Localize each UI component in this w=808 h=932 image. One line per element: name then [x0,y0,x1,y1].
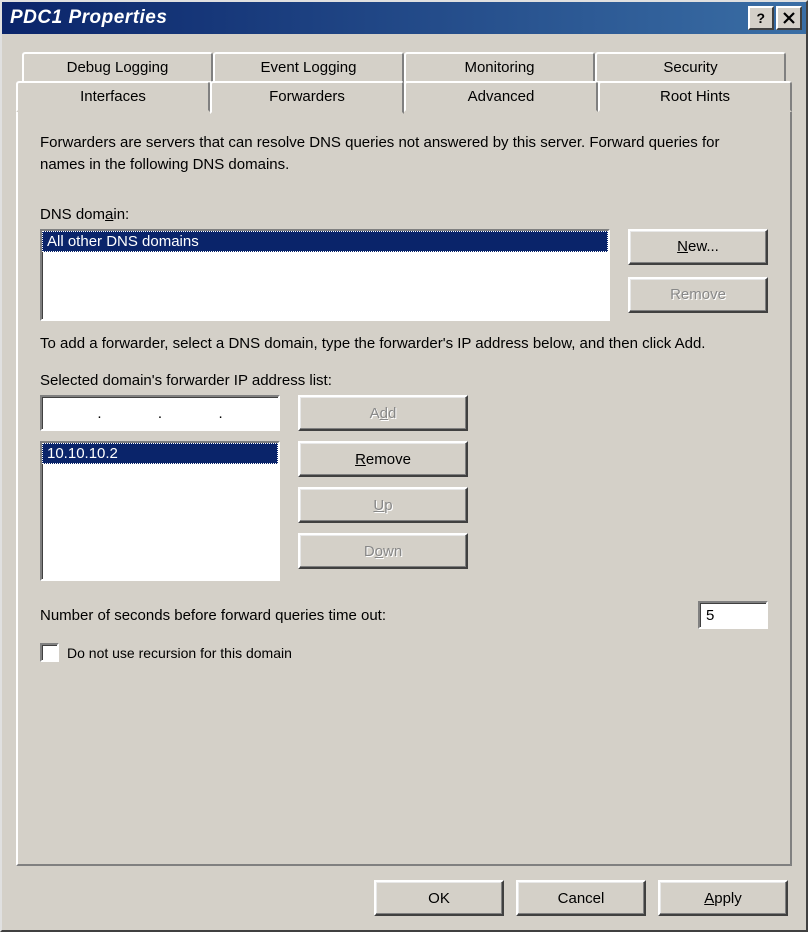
description-text: Forwarders are servers that can resolve … [40,132,768,176]
ip-add-column: Add [298,395,468,431]
tab-event-logging[interactable]: Event Logging [213,52,404,83]
tab-label: Forwarders [269,88,345,105]
apply-button[interactable]: Apply [658,880,788,916]
add-button: Add [298,395,468,431]
close-button[interactable] [776,6,802,30]
tab-advanced[interactable]: Advanced [404,81,598,112]
tab-label: Monitoring [464,59,534,76]
ip-list-row: 10.10.10.2 Remove Up Down [40,441,768,581]
remove-ip-button[interactable]: Remove [298,441,468,477]
ip-input[interactable]: . . . [40,395,280,431]
ip-button-column: Remove Up Down [298,441,468,569]
tab-label: Event Logging [261,59,357,76]
tab-label: Security [663,59,717,76]
timeout-row: Number of seconds before forward queries… [40,601,768,629]
ip-input-row: . . . Add [40,395,768,431]
tab-forwarders[interactable]: Forwarders [210,81,404,114]
tab-label: Interfaces [80,88,146,105]
tab-row-front: Interfaces Forwarders Advanced Root Hint… [16,81,792,112]
dialog-buttons: OK Cancel Apply [16,876,792,916]
timeout-label: Number of seconds before forward queries… [40,607,698,624]
domain-row: All other DNS domains New... Remove [40,229,768,321]
down-button: Down [298,533,468,569]
ok-button[interactable]: OK [374,880,504,916]
ip-list[interactable]: 10.10.10.2 [40,441,280,581]
list-item[interactable]: 10.10.10.2 [42,443,278,464]
tab-debug-logging[interactable]: Debug Logging [22,52,213,83]
forwarders-panel: Forwarders are servers that can resolve … [16,112,792,866]
tab-label: Root Hints [660,88,730,105]
dialog-body: Debug Logging Event Logging Monitoring S… [2,34,806,930]
instruction-text: To add a forwarder, select a DNS domain,… [40,333,768,355]
list-item[interactable]: All other DNS domains [42,231,608,252]
ip-list-label: Selected domain's forwarder IP address l… [40,372,768,389]
titlebar-buttons: ? [748,6,802,30]
dns-domain-list[interactable]: All other DNS domains [40,229,610,321]
recursion-checkbox[interactable] [40,643,59,662]
up-button: Up [298,487,468,523]
new-button[interactable]: New... [628,229,768,265]
timeout-input[interactable] [698,601,768,629]
recursion-label: Do not use recursion for this domain [67,645,292,661]
window-title: PDC1 Properties [10,7,748,29]
tab-security[interactable]: Security [595,52,786,83]
tab-container: Debug Logging Event Logging Monitoring S… [16,52,792,866]
cancel-button[interactable]: Cancel [516,880,646,916]
tab-interfaces[interactable]: Interfaces [16,81,210,112]
tab-label: Debug Logging [67,59,169,76]
remove-domain-button: Remove [628,277,768,313]
properties-window: PDC1 Properties ? Debug Logging Event Lo… [0,0,808,932]
titlebar: PDC1 Properties ? [2,2,806,34]
tab-label: Advanced [468,88,535,105]
dns-domain-label: DNS domain: [40,206,768,223]
tab-row-back: Debug Logging Event Logging Monitoring S… [22,52,786,83]
tab-root-hints[interactable]: Root Hints [598,81,792,112]
help-button[interactable]: ? [748,6,774,30]
tab-monitoring[interactable]: Monitoring [404,52,595,83]
recursion-row: Do not use recursion for this domain [40,643,768,662]
domain-button-column: New... Remove [628,229,768,321]
